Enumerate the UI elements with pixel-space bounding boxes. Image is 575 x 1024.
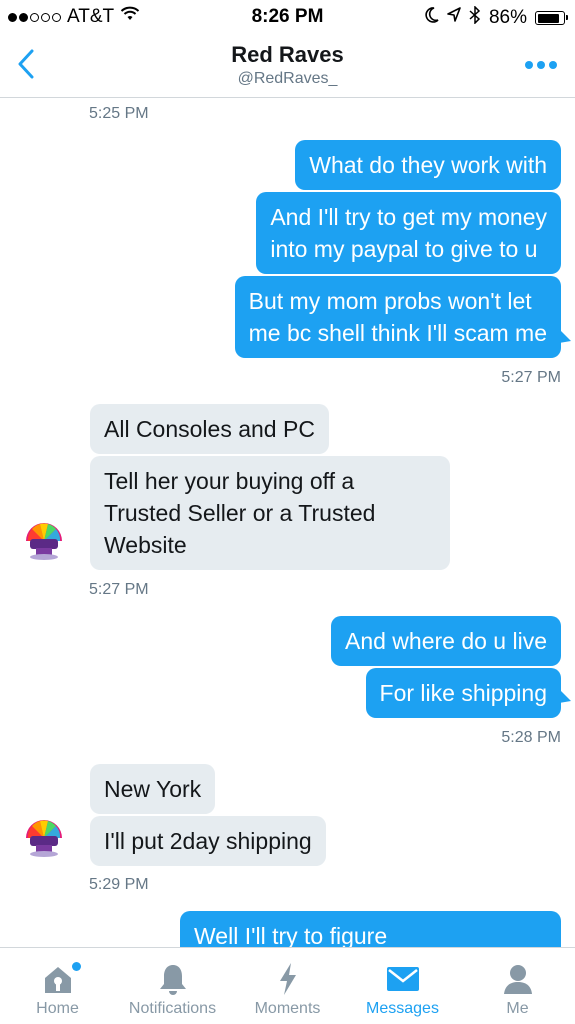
sent-message[interactable]: And I'll try to get my money into my payp… [256, 192, 561, 274]
sent-message[interactable]: For like shipping [365, 668, 561, 718]
sent-message[interactable]: Well I'll try to figure [180, 911, 561, 947]
received-message[interactable]: New York [90, 764, 216, 814]
tab-me[interactable]: Me [460, 948, 575, 1024]
battery-icon [535, 11, 568, 25]
received-message[interactable]: All Consoles and PC [90, 404, 329, 454]
tab-label: Home [36, 1000, 79, 1017]
conversation-title[interactable]: Red Raves [0, 42, 575, 68]
avatar[interactable] [20, 515, 68, 563]
tab-home[interactable]: Home [0, 948, 115, 1024]
home-icon [41, 962, 75, 996]
tab-label: Moments [254, 1000, 321, 1017]
bell-icon [156, 962, 190, 996]
more-dots-icon [525, 61, 533, 69]
sent-message[interactable]: What do they work with [295, 140, 561, 190]
status-bar: AT&T 8:26 PM 86% [0, 0, 575, 36]
received-message[interactable]: Tell her your buying off a Trusted Seller… [90, 456, 450, 570]
conversation-handle[interactable]: @RedRaves_ [0, 70, 575, 88]
person-icon [501, 962, 535, 996]
sent-message[interactable]: And where do u live [330, 616, 561, 666]
tab-label: Me [506, 1000, 529, 1017]
received-message[interactable]: I'll put 2day shipping [90, 816, 326, 866]
tab-bar: Home Notifications Moments Messages Me [0, 947, 575, 1024]
bubble-tail [559, 329, 571, 343]
avatar[interactable] [20, 812, 68, 860]
timestamp: 5:28 PM [501, 729, 561, 746]
location-icon [447, 7, 461, 29]
tab-label: Messages [366, 1000, 439, 1017]
status-right: 86% [425, 5, 568, 30]
tab-label: Notifications [128, 1000, 217, 1017]
notification-dot [72, 962, 81, 971]
timestamp: 5:25 PM [89, 105, 149, 122]
more-options-button[interactable] [519, 54, 563, 76]
timestamp: 5:27 PM [89, 581, 149, 598]
envelope-icon [386, 962, 420, 996]
timestamp: 5:29 PM [89, 876, 149, 893]
lightning-icon [271, 962, 305, 996]
battery-level [537, 13, 559, 23]
battery-percent: 86% [488, 7, 527, 28]
message-thread[interactable]: 5:25 PM What do they work with And I'll … [0, 99, 575, 947]
conversation-header: Red Raves @RedRaves_ [0, 36, 575, 98]
avatar-image [20, 515, 68, 563]
moon-icon [425, 7, 439, 29]
avatar-image [20, 812, 68, 860]
sent-message[interactable]: But my mom probs won't let me bc shell th… [234, 276, 561, 358]
tab-moments[interactable]: Moments [230, 948, 345, 1024]
bubble-tail [559, 689, 571, 703]
timestamp: 5:27 PM [501, 369, 561, 386]
tab-messages[interactable]: Messages [345, 948, 460, 1024]
bluetooth-icon [469, 5, 481, 30]
tab-notifications[interactable]: Notifications [115, 948, 230, 1024]
